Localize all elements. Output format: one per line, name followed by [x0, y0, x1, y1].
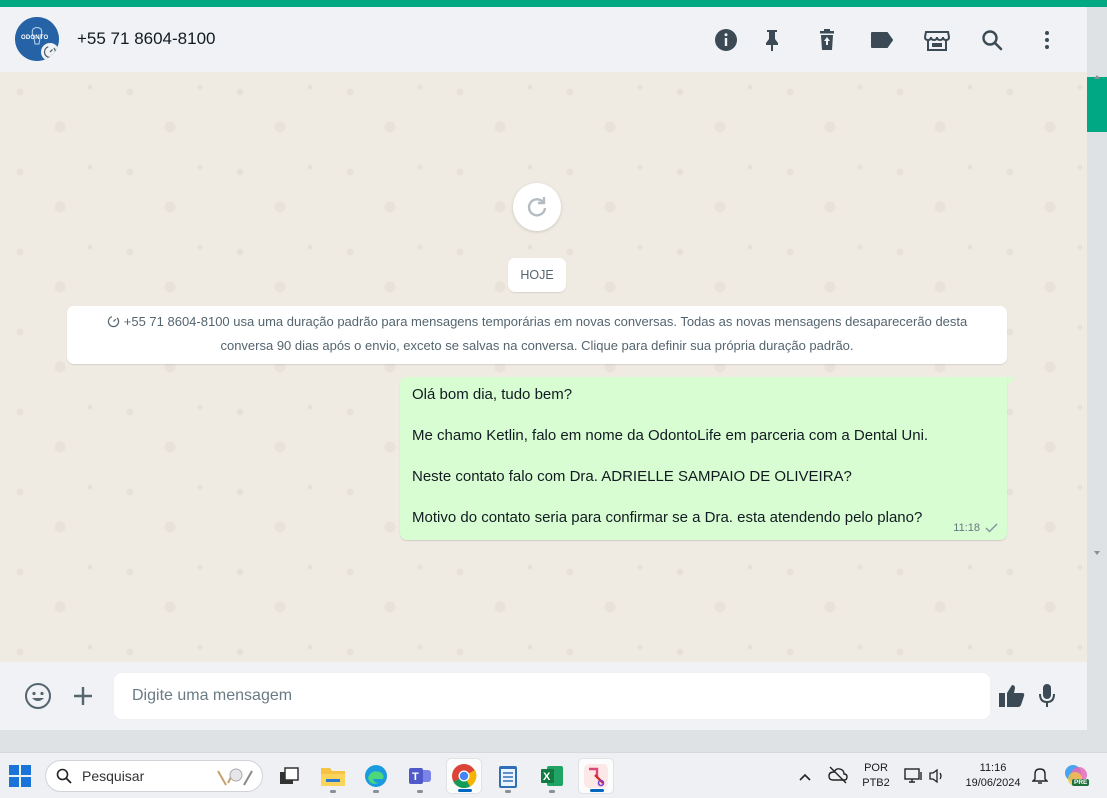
scroll-down-arrow[interactable]	[1094, 551, 1100, 555]
message-line: Neste contato falo com Dra. ADRIELLE SAM…	[412, 468, 852, 485]
attach-plus-icon[interactable]	[68, 681, 98, 711]
message-time: 11:18	[953, 522, 980, 534]
svg-text:T: T	[412, 771, 419, 783]
running-indicator	[417, 790, 423, 793]
volume-icon[interactable]	[928, 767, 946, 790]
task-view-icon[interactable]	[271, 758, 307, 794]
chat-header: ODONTO +55 71 8604-8100	[0, 7, 1087, 72]
refresh-icon	[527, 197, 547, 217]
active-indicator	[458, 789, 472, 792]
excel-icon[interactable]: X	[534, 758, 570, 794]
svg-text:X: X	[543, 771, 551, 783]
os-taskbar: Pesquisar T X POR PTB2 11:16 19/06/2024 …	[0, 752, 1107, 798]
copilot-badge: PRE	[1072, 779, 1090, 786]
notice-text: +55 71 8604-8100 usa uma duração padrão …	[123, 314, 968, 353]
message-line: Motivo do contato seria para confirmar s…	[412, 509, 923, 526]
contact-avatar[interactable]: ODONTO	[15, 17, 59, 61]
running-indicator	[505, 790, 511, 793]
chrome-browser-icon[interactable]	[446, 758, 482, 794]
window-bottom-edge	[0, 730, 1087, 752]
file-explorer-icon[interactable]	[315, 758, 351, 794]
scrollbar-thumb[interactable]	[1087, 77, 1107, 132]
scroll-up-arrow[interactable]	[1094, 75, 1100, 79]
bubble-tail	[1007, 377, 1016, 386]
thumbs-up-icon[interactable]	[997, 681, 1027, 711]
contact-name[interactable]: +55 71 8604-8100	[77, 29, 216, 49]
clock[interactable]: 11:16 19/06/2024	[958, 761, 1028, 791]
message-composer	[0, 662, 1087, 730]
date-separator: HOJE	[508, 258, 566, 292]
language-code: POR	[864, 762, 888, 774]
message-input[interactable]	[114, 673, 990, 719]
scrollbar[interactable]	[1087, 7, 1107, 752]
notification-bell-icon[interactable]	[1031, 767, 1049, 790]
chat-wallpaper	[0, 72, 1087, 662]
message-line: Olá bom dia, tudo bem?	[412, 386, 573, 403]
pin-icon[interactable]	[759, 27, 785, 53]
chat-panel[interactable]: HOJE +55 71 8604-8100 usa uma duração pa…	[0, 72, 1087, 662]
app-accent-bar	[0, 0, 1107, 7]
microphone-icon[interactable]	[1032, 681, 1062, 711]
timer-icon	[107, 313, 120, 335]
taskbar-search-label: Pesquisar	[82, 768, 145, 784]
clock-date: 19/06/2024	[965, 777, 1021, 789]
windows-start-icon[interactable]	[9, 765, 31, 787]
copilot-icon[interactable]: PRE	[1063, 763, 1090, 789]
search-icon[interactable]	[979, 27, 1005, 53]
clock-time: 11:16	[979, 762, 1007, 774]
store-icon[interactable]	[924, 27, 950, 53]
network-icon[interactable]	[904, 767, 924, 790]
more-icon[interactable]	[1034, 27, 1060, 53]
tray-chevron-up-icon[interactable]	[798, 769, 812, 787]
load-older-messages-button[interactable]	[513, 183, 561, 231]
single-check-icon	[985, 523, 998, 533]
message-meta: 11:18	[953, 522, 998, 534]
teams-icon[interactable]: T	[402, 758, 438, 794]
notepad-icon[interactable]	[490, 758, 526, 794]
label-icon[interactable]	[869, 27, 895, 53]
running-indicator	[549, 790, 555, 793]
outgoing-message-bubble[interactable]: Olá bom dia, tudo bem? Me chamo Ketlin, …	[400, 377, 1007, 540]
edge-browser-icon[interactable]	[358, 758, 394, 794]
language-indicator[interactable]: POR PTB2	[858, 761, 894, 791]
active-indicator	[590, 789, 604, 792]
message-line: Me chamo Ketlin, falo em nome da OdontoL…	[412, 427, 929, 444]
running-indicator	[373, 790, 379, 793]
disappearing-messages-notice[interactable]: +55 71 8604-8100 usa uma duração padrão …	[67, 306, 1007, 364]
emoji-icon[interactable]	[23, 681, 53, 711]
taskbar-search-icon	[56, 768, 72, 784]
snipping-tool-icon[interactable]	[578, 758, 614, 794]
info-icon[interactable]	[713, 27, 739, 53]
taskbar-search-box[interactable]: Pesquisar	[45, 760, 263, 792]
cloud-offline-icon[interactable]	[828, 766, 848, 789]
search-highlight-icon	[217, 768, 253, 786]
running-indicator	[330, 790, 336, 793]
keyboard-layout: PTB2	[862, 777, 890, 789]
avatar-logo-text: ODONTO	[21, 35, 49, 41]
disappearing-timer-icon	[41, 43, 59, 61]
delete-icon[interactable]	[814, 27, 840, 53]
